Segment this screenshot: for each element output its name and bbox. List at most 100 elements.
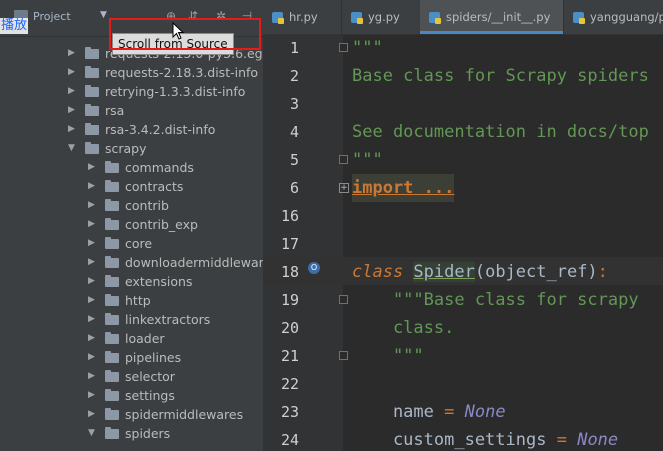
folder-icon	[85, 47, 99, 59]
collapsed-arrow-icon[interactable]: ▶	[88, 177, 98, 196]
editor-tab[interactable]: yg.py	[342, 0, 421, 34]
tree-item[interactable]: ▶ contrib_exp	[0, 215, 263, 234]
fold-marker-icon[interactable]	[339, 351, 348, 360]
code-token: name	[352, 402, 445, 422]
tree-item[interactable]: ▶ contrib	[0, 196, 263, 215]
collapsed-arrow-icon[interactable]: ▶	[68, 82, 78, 101]
tree-item[interactable]: ▶ pipelines	[0, 348, 263, 367]
tree-item[interactable]: ▶ commands	[0, 158, 263, 177]
tree-item-label: rsa	[105, 103, 125, 118]
folder-icon	[105, 332, 119, 344]
tree-item[interactable]: ▶ http	[0, 291, 263, 310]
project-panel-title[interactable]: Project	[33, 10, 71, 23]
collapsed-arrow-icon[interactable]: ▶	[88, 310, 98, 329]
collapsed-arrow-icon[interactable]: ▶	[88, 405, 98, 424]
code-line[interactable]: 6 import ...	[263, 174, 663, 202]
editor-tab[interactable]: yangguang/pi	[564, 0, 663, 34]
tree-item-label: linkextractors	[125, 312, 211, 327]
tree-item[interactable]: ▶ selector	[0, 367, 263, 386]
tree-item-label: pipelines	[125, 350, 182, 365]
tree-item[interactable]: ▼ scrapy	[0, 139, 263, 158]
line-number: 5	[289, 151, 299, 169]
folder-icon	[105, 370, 119, 382]
code-line[interactable]: 22	[263, 370, 663, 398]
code-line[interactable]: 1 """	[263, 34, 663, 62]
collapsed-arrow-icon[interactable]: ▶	[68, 120, 78, 139]
tree-item[interactable]: ▶ spidermiddlewares	[0, 405, 263, 424]
editor-tab[interactable]: hr.py	[263, 0, 342, 34]
folder-icon	[85, 85, 99, 97]
fold-marker-icon[interactable]	[339, 295, 348, 304]
code-line[interactable]: 5 """	[263, 146, 663, 174]
expanded-arrow-icon[interactable]: ▼	[88, 424, 98, 443]
code-line[interactable]: 3	[263, 90, 663, 118]
tree-item[interactable]: ▶ downloadermiddlewares	[0, 253, 263, 272]
collapsed-arrow-icon[interactable]: ▶	[88, 196, 98, 215]
tree-item-label: extensions	[125, 274, 193, 289]
line-number: 22	[280, 375, 299, 393]
editor-tab[interactable]: spiders/__init__.py	[420, 0, 564, 34]
collapsed-arrow-icon[interactable]: ▶	[68, 101, 78, 120]
folder-icon	[105, 294, 119, 306]
tree-item[interactable]: ▶ settings	[0, 386, 263, 405]
code-text: """	[352, 346, 424, 366]
code-line[interactable]: 4 See documentation in docs/top	[263, 118, 663, 146]
expanded-arrow-icon[interactable]: ▼	[68, 139, 78, 158]
code-token: :	[597, 262, 608, 282]
line-number: 6	[289, 179, 299, 197]
fold-marker-icon[interactable]	[339, 155, 348, 164]
line-number: 2	[289, 67, 299, 85]
code-line[interactable]: 23 name = None	[263, 398, 663, 426]
collapsed-arrow-icon[interactable]: ▶	[88, 215, 98, 234]
code-line[interactable]: 19 """Base class for scrapy	[263, 286, 663, 314]
tree-item[interactable]: ▶ linkextractors	[0, 310, 263, 329]
tree-item[interactable]: ▶ extensions	[0, 272, 263, 291]
code-line[interactable]: 2 Base class for Scrapy spiders	[263, 62, 663, 90]
override-icon[interactable]: O	[308, 262, 320, 274]
tree-item-label: spiders	[125, 426, 171, 441]
collapsed-arrow-icon[interactable]: ▶	[68, 44, 78, 63]
collapsed-arrow-icon[interactable]: ▶	[88, 158, 98, 177]
tree-item[interactable]: ▶ contracts	[0, 177, 263, 196]
tree-item[interactable]: ▶ retrying-1.3.3.dist-info	[0, 82, 263, 101]
collapsed-arrow-icon[interactable]: ▶	[88, 348, 98, 367]
code-line[interactable]: 17	[263, 230, 663, 258]
code-line[interactable]: 21 """	[263, 342, 663, 370]
collapsed-arrow-icon[interactable]: ▶	[88, 386, 98, 405]
python-file-icon	[272, 12, 284, 24]
collapsed-arrow-icon[interactable]: ▶	[88, 291, 98, 310]
collapsed-arrow-icon[interactable]: ▶	[88, 234, 98, 253]
code-line[interactable]: 20 class.	[263, 314, 663, 342]
collapsed-arrow-icon[interactable]: ▶	[88, 272, 98, 291]
code-line[interactable]: 18 class Spider(object_ref):	[263, 258, 663, 286]
expand-fold-icon[interactable]: +	[339, 183, 349, 193]
code-editor[interactable]: hr.py yg.py spiders/__init__.py yangguang/p…	[263, 0, 663, 451]
collapsed-arrow-icon[interactable]: ▶	[88, 253, 98, 272]
tree-item-label: spidermiddlewares	[125, 407, 244, 422]
chevron-down-icon[interactable]: ▼	[100, 10, 107, 20]
line-number: 21	[280, 347, 299, 365]
code-line[interactable]: 24 custom_settings = None	[263, 426, 663, 451]
overlay-text: 播放	[0, 18, 29, 34]
collapsed-arrow-icon[interactable]: ▶	[88, 329, 98, 348]
editor-tab-bar: hr.py yg.py spiders/__init__.py yangguang/p…	[263, 0, 663, 35]
line-number: 23	[280, 403, 299, 421]
tree-item[interactable]: ▶ requests-2.18.3.dist-info	[0, 63, 263, 82]
folder-icon	[105, 427, 119, 439]
tree-item[interactable]: ▶ rsa-3.4.2.dist-info	[0, 120, 263, 139]
tree-item[interactable]: ▶ loader	[0, 329, 263, 348]
tree-item[interactable]: ▶ rsa	[0, 101, 263, 120]
python-file-icon	[351, 12, 363, 24]
folder-icon	[105, 218, 119, 230]
code-text: import ...	[352, 174, 455, 202]
line-number: 17	[280, 235, 299, 253]
tree-item[interactable]: ▶ core	[0, 234, 263, 253]
collapsed-arrow-icon[interactable]: ▶	[68, 63, 78, 82]
tree-item[interactable]: ▼ spiders	[0, 424, 263, 443]
folder-icon	[105, 256, 119, 268]
fold-marker-icon[interactable]	[339, 43, 348, 52]
code-token: =	[556, 430, 567, 450]
code-line[interactable]: 16	[263, 202, 663, 230]
collapsed-arrow-icon[interactable]: ▶	[88, 367, 98, 386]
